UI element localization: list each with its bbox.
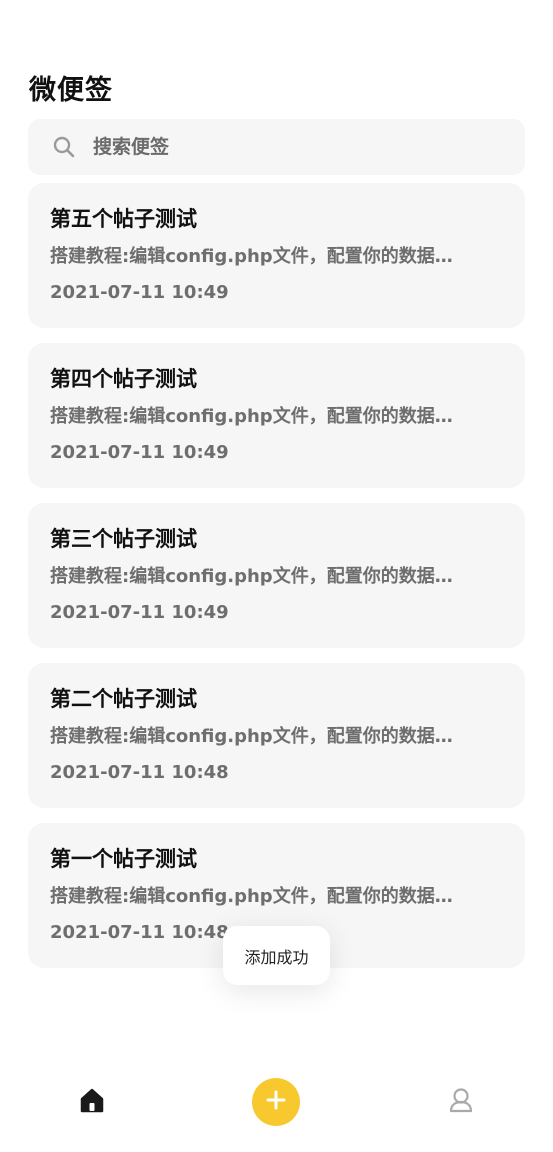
note-timestamp: 2021-07-11 10:49 xyxy=(50,442,229,463)
note-title: 第五个帖子测试 xyxy=(50,207,197,231)
note-excerpt: 搭建教程:编辑config.php文件，配置你的数据… xyxy=(50,726,453,747)
note-title: 第一个帖子测试 xyxy=(50,847,197,871)
note-card[interactable]: 第三个帖子测试 搭建教程:编辑config.php文件，配置你的数据… 2021… xyxy=(28,503,525,648)
bottom-tab-bar xyxy=(0,1060,553,1152)
note-title: 第三个帖子测试 xyxy=(50,527,197,551)
note-excerpt: 搭建教程:编辑config.php文件，配置你的数据… xyxy=(50,566,453,587)
note-excerpt: 搭建教程:编辑config.php文件，配置你的数据… xyxy=(50,246,453,267)
search-bar[interactable] xyxy=(28,119,525,175)
note-list: 第五个帖子测试 搭建教程:编辑config.php文件，配置你的数据… 2021… xyxy=(28,183,525,983)
note-timestamp: 2021-07-11 10:48 xyxy=(50,762,229,783)
home-icon xyxy=(78,1086,106,1118)
page-title: 微便签 xyxy=(29,75,113,106)
add-note-button[interactable] xyxy=(252,1078,300,1126)
tab-profile[interactable] xyxy=(443,1084,479,1120)
note-timestamp: 2021-07-11 10:49 xyxy=(50,282,229,303)
note-card[interactable]: 第四个帖子测试 搭建教程:编辑config.php文件，配置你的数据… 2021… xyxy=(28,343,525,488)
note-card[interactable]: 第二个帖子测试 搭建教程:编辑config.php文件，配置你的数据… 2021… xyxy=(28,663,525,808)
search-input[interactable] xyxy=(93,136,473,158)
note-excerpt: 搭建教程:编辑config.php文件，配置你的数据… xyxy=(50,406,453,427)
note-title: 第二个帖子测试 xyxy=(50,687,197,711)
note-card[interactable]: 第五个帖子测试 搭建教程:编辑config.php文件，配置你的数据… 2021… xyxy=(28,183,525,328)
plus-icon xyxy=(265,1089,287,1115)
toast-message: 添加成功 xyxy=(223,926,330,985)
note-timestamp: 2021-07-11 10:49 xyxy=(50,602,229,623)
note-excerpt: 搭建教程:编辑config.php文件，配置你的数据… xyxy=(50,886,453,907)
user-icon xyxy=(447,1086,475,1118)
tab-home[interactable] xyxy=(74,1084,110,1120)
search-icon xyxy=(51,134,77,160)
note-title: 第四个帖子测试 xyxy=(50,367,197,391)
